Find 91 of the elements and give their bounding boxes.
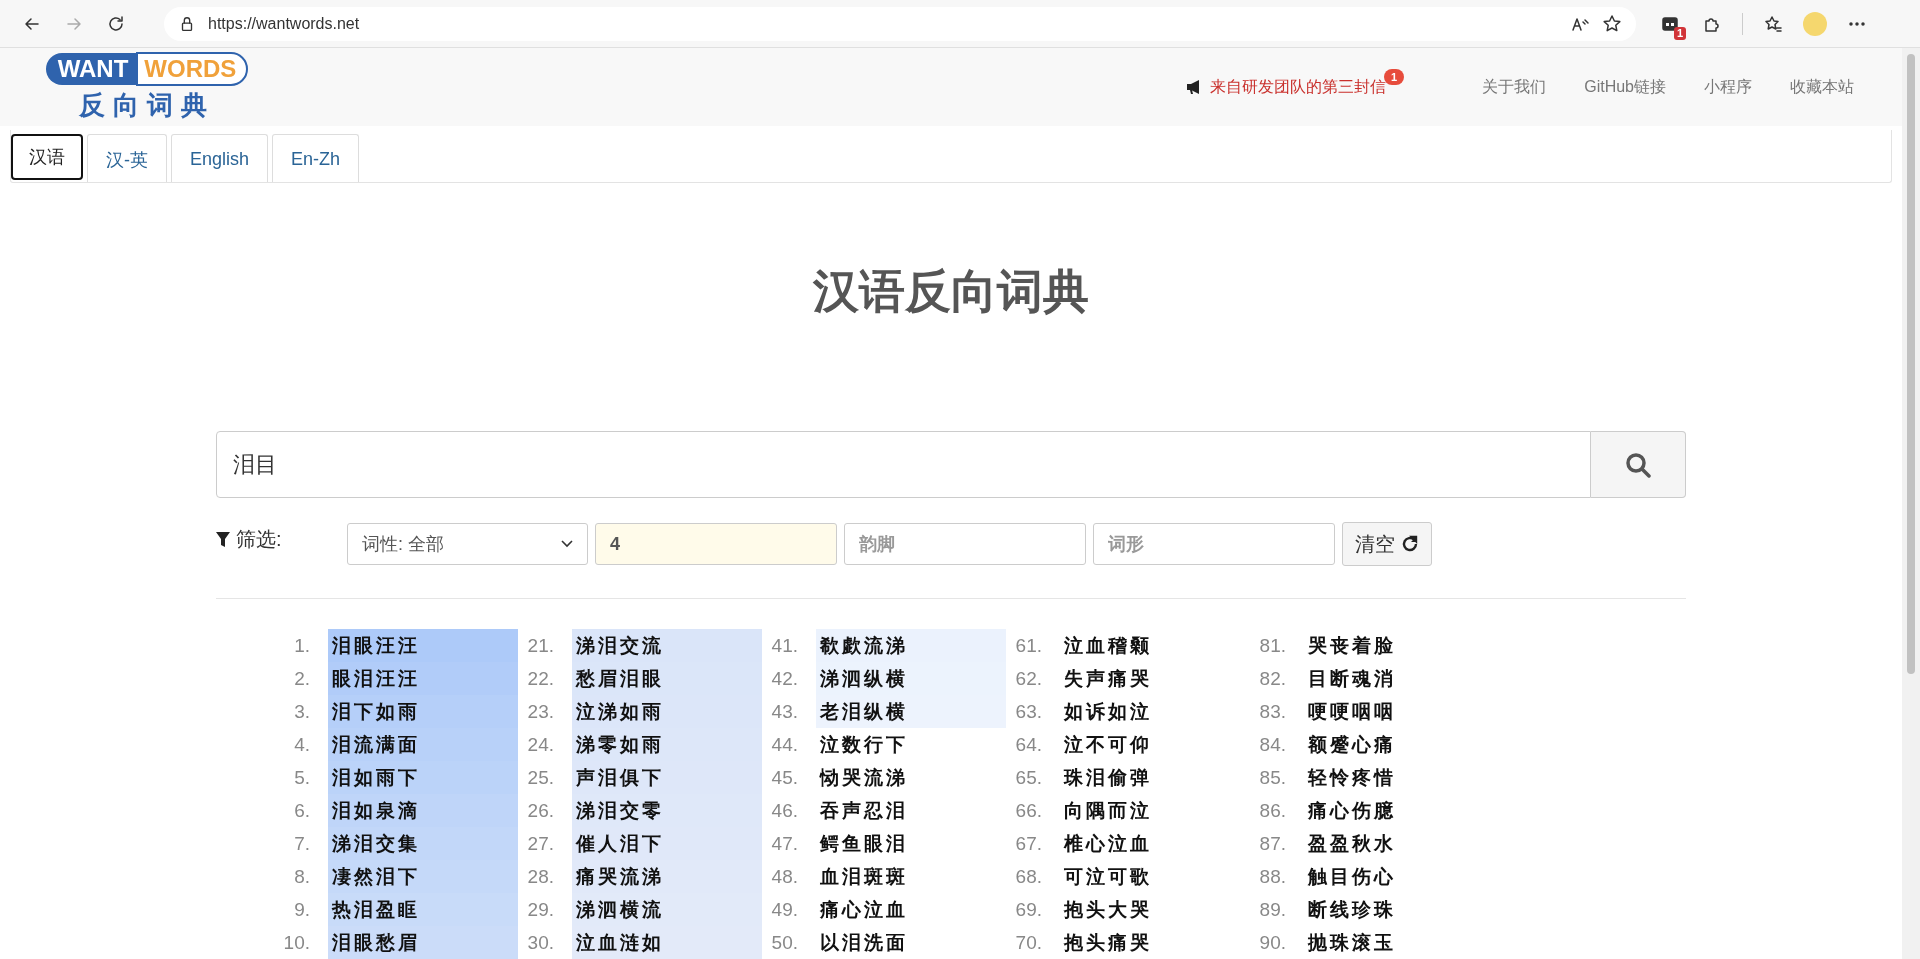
search-field[interactable]: 泪目 xyxy=(216,431,1591,498)
result-word[interactable]: 椎心泣血 xyxy=(1060,827,1250,860)
favorite-add-icon[interactable] xyxy=(1602,13,1622,34)
search-button[interactable] xyxy=(1591,431,1686,498)
result-word[interactable]: 涕泪交集 xyxy=(328,827,518,860)
result-word[interactable]: 可泣可歌 xyxy=(1060,860,1250,893)
result-word[interactable]: 泪下如雨 xyxy=(328,695,518,728)
result-word[interactable]: 血泪斑斑 xyxy=(816,860,1006,893)
result-word[interactable]: 欷歔流涕 xyxy=(816,629,1006,662)
part-of-speech-select[interactable]: 词性: 全部 xyxy=(347,523,588,565)
result-word[interactable]: 涕零如雨 xyxy=(572,728,762,761)
search-icon xyxy=(1625,451,1651,478)
result-word[interactable]: 轻怜疼惜 xyxy=(1304,761,1494,794)
result-word[interactable]: 如诉如泣 xyxy=(1060,695,1250,728)
result-word[interactable]: 珠泪偷弹 xyxy=(1060,761,1250,794)
result-number: 6. xyxy=(293,798,310,823)
result-word[interactable]: 涕泗横流 xyxy=(572,893,762,926)
result-number: 8. xyxy=(293,864,310,889)
filter-label: 筛选: xyxy=(236,527,282,552)
length-field[interactable]: 4 xyxy=(595,523,837,565)
result-word[interactable]: 向隅而泣 xyxy=(1060,794,1250,827)
favorites-icon[interactable] xyxy=(1763,13,1783,34)
result-word[interactable]: 凄然泪下 xyxy=(328,860,518,893)
result-word[interactable]: 触目伤心 xyxy=(1304,860,1494,893)
result-number: 7. xyxy=(293,831,310,856)
result-number: 4. xyxy=(293,732,310,757)
result-word[interactable]: 鳄鱼眼泪 xyxy=(816,827,1006,860)
language-tab[interactable]: En-Zh xyxy=(272,134,360,182)
result-word[interactable]: 泪眼愁眉 xyxy=(328,926,518,959)
scrollbar[interactable] xyxy=(1902,48,1920,959)
rhyme-field[interactable]: 韵脚 xyxy=(844,523,1086,565)
result-word[interactable]: 泪如雨下 xyxy=(328,761,518,794)
result-word[interactable]: 盈盈秋水 xyxy=(1304,827,1494,860)
result-word[interactable]: 泣血涟如 xyxy=(572,926,762,959)
result-word[interactable]: 涕泪交流 xyxy=(572,629,762,662)
filter-icon xyxy=(216,531,230,548)
refresh-icon xyxy=(1401,535,1419,553)
language-tab[interactable]: 汉-英 xyxy=(87,134,167,182)
language-tab[interactable]: English xyxy=(171,134,269,182)
result-number: 3. xyxy=(293,699,310,724)
result-word[interactable]: 泣数行下 xyxy=(816,728,1006,761)
notice-link[interactable]: 来自研发团队的第三封信 xyxy=(1186,76,1387,98)
logo-subtitle: 反向词典 xyxy=(79,88,215,122)
clear-button[interactable]: 清空 xyxy=(1342,522,1432,566)
result-word[interactable]: 痛哭流涕 xyxy=(572,860,762,893)
logo[interactable]: WANT WORDS 反向词典 xyxy=(42,51,252,123)
result-number: 2. xyxy=(293,666,310,691)
result-word[interactable]: 哽哽咽咽 xyxy=(1304,695,1494,728)
page-title: 汉语反向词典 xyxy=(813,264,1089,319)
result-word[interactable]: 泣涕如雨 xyxy=(572,695,762,728)
url-text: https://wantwords.net xyxy=(208,14,360,33)
nav-link[interactable]: GitHub链接 xyxy=(1584,76,1666,98)
result-word[interactable]: 老泪纵横 xyxy=(816,695,1006,728)
result-number: 5. xyxy=(293,765,310,790)
result-word[interactable]: 失声痛哭 xyxy=(1060,662,1250,695)
logo-text: WANT xyxy=(45,52,137,85)
result-word[interactable]: 抱头痛哭 xyxy=(1060,926,1250,959)
nav-link[interactable]: 小程序 xyxy=(1704,76,1752,98)
result-word[interactable]: 涕泪交零 xyxy=(572,794,762,827)
result-word[interactable]: 泪如泉滴 xyxy=(328,794,518,827)
result-word[interactable]: 愁眉泪眼 xyxy=(572,662,762,695)
result-word[interactable]: 泪流满面 xyxy=(328,728,518,761)
result-number: 1. xyxy=(293,633,310,658)
result-word[interactable]: 热泪盈眶 xyxy=(328,893,518,926)
result-word[interactable]: 吞声忍泪 xyxy=(816,794,1006,827)
result-word[interactable]: 眼泪汪汪 xyxy=(328,662,518,695)
result-word[interactable]: 痛心泣血 xyxy=(816,893,1006,926)
nav-link[interactable]: 关于我们 xyxy=(1482,76,1547,98)
result-word[interactable]: 涕泗纵横 xyxy=(816,662,1006,695)
result-word[interactable]: 泪眼汪汪 xyxy=(328,629,518,662)
result-word[interactable]: 催人泪下 xyxy=(572,827,762,860)
result-number: 9. xyxy=(293,897,310,922)
result-word[interactable]: 额蹙心痛 xyxy=(1304,728,1494,761)
word-form-field[interactable]: 词形 xyxy=(1093,523,1335,565)
chevron-down-icon xyxy=(561,540,573,548)
result-word[interactable]: 抛珠滚玉 xyxy=(1304,926,1494,959)
logo-text: WORDS xyxy=(136,51,249,86)
result-word[interactable]: 以泪洗面 xyxy=(816,926,1006,959)
result-word[interactable]: 泣血稽颡 xyxy=(1060,629,1250,662)
result-word[interactable]: 抱头大哭 xyxy=(1060,893,1250,926)
result-word[interactable]: 声泪俱下 xyxy=(572,761,762,794)
result-word[interactable]: 痛心伤臆 xyxy=(1304,794,1494,827)
address-bar[interactable]: https://wantwords.net xyxy=(164,6,1636,41)
language-tab[interactable]: 汉语 xyxy=(11,134,83,180)
result-word[interactable]: 泣不可仰 xyxy=(1060,728,1250,761)
result-word[interactable]: 目断魂消 xyxy=(1304,662,1494,695)
result-word[interactable]: 断线珍珠 xyxy=(1304,893,1494,926)
result-word[interactable]: 哭丧着脸 xyxy=(1304,629,1494,662)
result-word[interactable]: 恸哭流涕 xyxy=(816,761,1006,794)
refresh-icon[interactable] xyxy=(106,13,126,34)
nav-link[interactable]: 收藏本站 xyxy=(1790,76,1854,98)
